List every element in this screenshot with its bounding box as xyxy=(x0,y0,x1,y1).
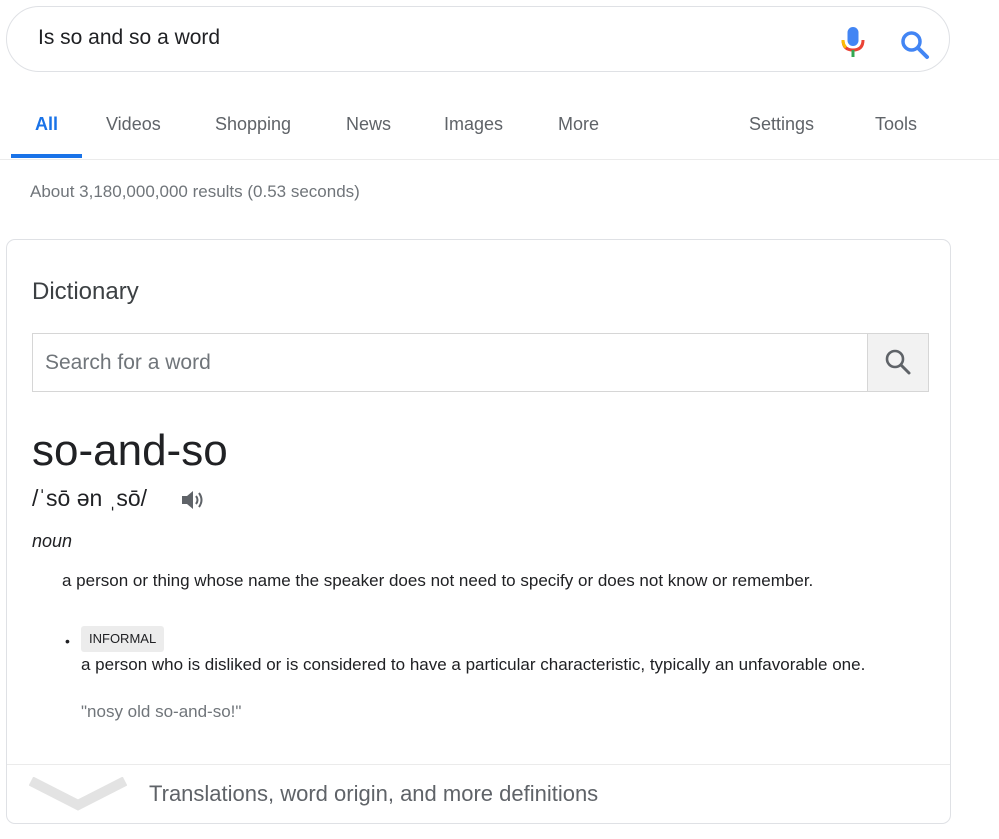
tab-videos[interactable]: Videos xyxy=(106,114,161,135)
tab-images[interactable]: Images xyxy=(444,114,503,135)
register-badge: INFORMAL xyxy=(81,626,165,652)
dictionary-search-input[interactable] xyxy=(33,334,866,391)
active-tab-indicator xyxy=(11,154,82,158)
speaker-icon[interactable] xyxy=(180,488,206,512)
card-title: Dictionary xyxy=(32,278,139,305)
search-icon xyxy=(885,349,911,375)
definition-text: a person or thing whose name the speaker… xyxy=(62,571,814,590)
result-stats: About 3,180,000,000 results (0.53 second… xyxy=(30,182,360,201)
usage-example: "nosy old so-and-so!" xyxy=(81,702,242,721)
definition-text: a person who is disliked or is considere… xyxy=(81,655,866,674)
tab-all[interactable]: All xyxy=(35,114,58,135)
more-definitions-link[interactable]: Translations, word origin, and more defi… xyxy=(7,764,950,823)
dictionary-search-button[interactable] xyxy=(867,334,928,391)
search-tabs: All Videos Shopping News Images More Set… xyxy=(0,96,999,160)
tab-news[interactable]: News xyxy=(346,114,391,135)
tab-shopping[interactable]: Shopping xyxy=(215,114,291,135)
chevron-down-icon xyxy=(28,776,128,813)
dictionary-search-box xyxy=(32,333,929,392)
tab-more[interactable]: More xyxy=(558,114,599,135)
search-icon[interactable] xyxy=(899,29,931,61)
search-query[interactable]: Is so and so a word xyxy=(38,26,220,50)
more-definitions-label: Translations, word origin, and more defi… xyxy=(149,781,599,806)
bullet: • xyxy=(65,633,70,649)
tab-settings[interactable]: Settings xyxy=(749,114,814,135)
mic-icon[interactable] xyxy=(839,25,867,61)
pronunciation: /ˈsō ən ˌsō/ xyxy=(32,485,148,511)
dictionary-card: Dictionary so-and-so /ˈsō ən ˌsō/ noun a… xyxy=(6,239,951,824)
search-bar[interactable]: Is so and so a word xyxy=(6,6,950,72)
part-of-speech: noun xyxy=(32,531,73,551)
tab-tools[interactable]: Tools xyxy=(875,114,917,135)
headword: so-and-so xyxy=(32,426,228,475)
